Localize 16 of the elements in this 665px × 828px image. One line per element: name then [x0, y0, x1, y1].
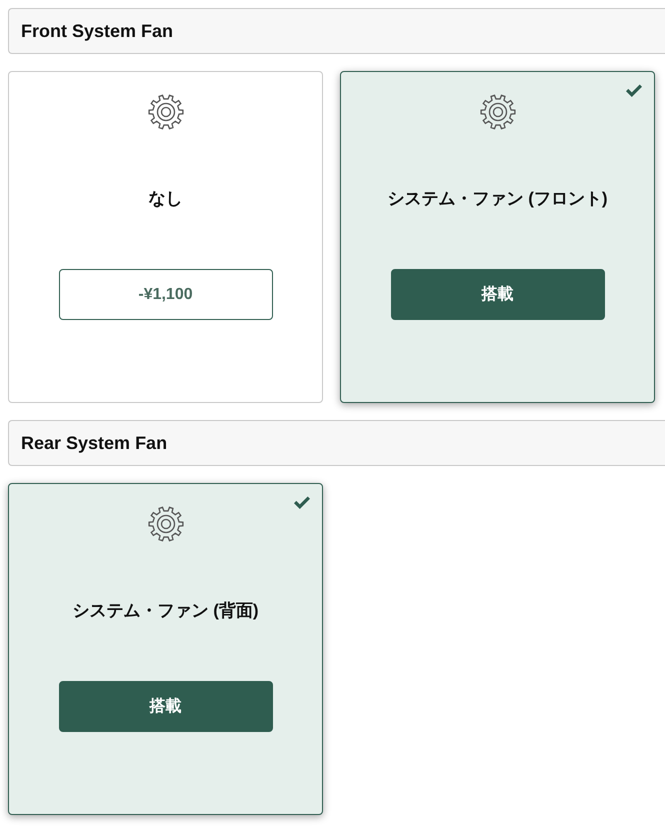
option-card[interactable]: なし -¥1,100: [8, 71, 323, 403]
checkmark-icon: [294, 496, 310, 509]
installed-button[interactable]: 搭載: [390, 269, 604, 320]
installed-button[interactable]: 搭載: [58, 681, 272, 732]
option-card[interactable]: システム・ファン (フロント) 搭載: [340, 71, 655, 403]
section-header: Front System Fan: [8, 8, 665, 54]
option-title: システム・ファン (背面): [72, 600, 259, 622]
option-card[interactable]: システム・ファン (背面) 搭載: [8, 483, 323, 815]
gear-icon: [480, 94, 516, 130]
checkmark-icon: [626, 84, 642, 97]
gear-icon: [148, 506, 184, 542]
option-title: システム・ファン (フロント): [387, 188, 608, 210]
option-title: なし: [148, 188, 182, 210]
price-button[interactable]: -¥1,100: [58, 269, 272, 320]
section-header: Rear System Fan: [8, 420, 665, 466]
gear-icon: [148, 94, 184, 130]
